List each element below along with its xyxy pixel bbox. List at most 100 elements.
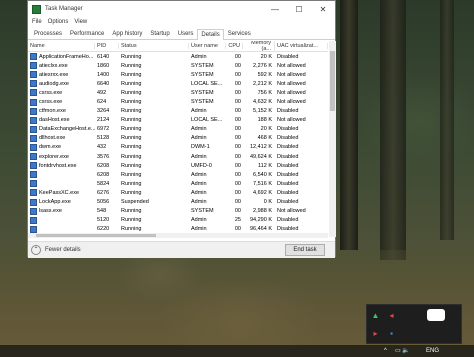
tab-details[interactable]: Details bbox=[197, 29, 224, 40]
horizontal-scrollbar[interactable] bbox=[28, 233, 328, 238]
table-row[interactable]: fontdrvhost.exe 6208 Running UMFD-0 00 112 K D… bbox=[28, 161, 328, 170]
process-status: Running bbox=[121, 144, 142, 151]
maximize-button[interactable]: ☐ bbox=[287, 1, 311, 17]
table-row[interactable]: atieclxx.exe 1860 Running SYSTEM 00 2,276 K No… bbox=[28, 61, 328, 70]
table-row[interactable]: 5824 Running Admin 00 7,516 K Disabled bbox=[28, 179, 328, 188]
process-memory: 94,290 K bbox=[249, 217, 272, 224]
process-user: LOCAL SE... bbox=[191, 117, 223, 124]
column-header-user-name[interactable]: User name bbox=[189, 43, 226, 49]
process-pid: 5120 bbox=[97, 217, 110, 224]
process-status: Running bbox=[121, 80, 142, 87]
process-icon bbox=[30, 98, 37, 106]
process-status: Running bbox=[121, 180, 142, 187]
tab-app-history[interactable]: App history bbox=[108, 28, 146, 39]
table-row[interactable]: KeePassXC.exe 6276 Running Admin 00 4,692 K Di… bbox=[28, 188, 328, 197]
table-row[interactable]: LockApp.exe 5056 Suspended Admin 00 0 K Disabl… bbox=[28, 198, 328, 207]
process-memory: 468 K bbox=[257, 135, 272, 142]
close-button[interactable]: ✕ bbox=[311, 1, 335, 17]
horizontal-scroll-thumb[interactable] bbox=[36, 234, 156, 237]
process-name-text: dllhost.exe bbox=[39, 135, 66, 142]
process-status: Running bbox=[121, 135, 142, 142]
table-row[interactable]: atiesrxx.exe 1400 Running SYSTEM 00 592 K Not … bbox=[28, 70, 328, 79]
column-header-cpu[interactable]: CPU bbox=[226, 43, 243, 49]
fewer-details-label: Fewer details bbox=[45, 247, 81, 253]
minimize-button[interactable]: — bbox=[263, 1, 287, 17]
process-pid: 5056 bbox=[97, 199, 110, 206]
menu-view[interactable]: View bbox=[74, 19, 87, 25]
process-status: Running bbox=[121, 162, 142, 169]
app-tray-icon[interactable]: ▪ bbox=[387, 329, 396, 338]
process-uac: Disabled bbox=[277, 189, 299, 196]
menu-options[interactable]: Options bbox=[48, 19, 69, 25]
cloud-icon[interactable] bbox=[427, 309, 445, 321]
fewer-details-button[interactable]: ⌃ Fewer details bbox=[31, 245, 81, 255]
tab-startup[interactable]: Startup bbox=[146, 28, 173, 39]
keepass-icon[interactable]: ▸ bbox=[371, 329, 380, 338]
process-name: KeePassXC.exe bbox=[28, 189, 95, 197]
process-pid: 492 bbox=[97, 89, 107, 96]
table-row[interactable]: dasHost.exe 2124 Running LOCAL SE... 00 188 K… bbox=[28, 116, 328, 125]
process-name: DataExchangeHost.e... bbox=[28, 125, 95, 133]
column-header-uac[interactable]: UAC virtualizat... bbox=[275, 43, 328, 49]
column-header-memory[interactable]: Memory (a... bbox=[243, 41, 275, 52]
thumbnail-icon[interactable] bbox=[445, 329, 459, 338]
process-status: Running bbox=[121, 226, 142, 233]
table-row[interactable]: lsass.exe 548 Running SYSTEM 00 2,988 K Not al… bbox=[28, 207, 328, 216]
process-uac: Disabled bbox=[277, 108, 299, 115]
language-indicator[interactable]: ENG bbox=[426, 346, 439, 356]
table-row[interactable]: explorer.exe 3576 Running Admin 00 49,624 K Di… bbox=[28, 152, 328, 161]
vertical-scroll-thumb[interactable] bbox=[330, 51, 335, 111]
process-cpu: 00 bbox=[234, 108, 241, 115]
tab-performance[interactable]: Performance bbox=[66, 28, 108, 39]
process-cpu: 00 bbox=[234, 180, 241, 187]
chevron-up-icon[interactable]: ^ bbox=[384, 346, 387, 356]
process-status: Running bbox=[121, 117, 142, 124]
process-name bbox=[28, 216, 95, 224]
table-row[interactable]: ctfmon.exe 3264 Running Admin 00 5,152 K Disab… bbox=[28, 107, 328, 116]
table-row[interactable]: dwm.exe 432 Running DWM-1 00 12,412 K Disabled bbox=[28, 143, 328, 152]
process-pid: 3264 bbox=[97, 108, 110, 115]
shield-icon[interactable]: ▲ bbox=[371, 311, 380, 320]
menu-file[interactable]: File bbox=[32, 19, 42, 25]
process-name-text: dasHost.exe bbox=[39, 117, 70, 124]
process-pid: 6276 bbox=[97, 189, 110, 196]
process-user: Admin bbox=[191, 199, 207, 206]
table-row[interactable]: csrss.exe 624 Running SYSTEM 00 4,632 K Not al… bbox=[28, 97, 328, 106]
process-memory: 2,212 K bbox=[253, 80, 272, 87]
table-row[interactable]: dllhost.exe 5128 Running Admin 00 468 K Disabl… bbox=[28, 134, 328, 143]
vertical-scrollbar[interactable] bbox=[329, 41, 336, 237]
process-name: explorer.exe bbox=[28, 153, 95, 161]
table-row[interactable]: 5120 Running Admin 25 94,290 K Disabled bbox=[28, 216, 328, 225]
process-name: ApplicationFrameHo... bbox=[28, 53, 95, 61]
process-cpu: 00 bbox=[234, 99, 241, 106]
process-name-text: dwm.exe bbox=[39, 144, 62, 151]
process-icon bbox=[30, 143, 37, 151]
column-header-pid[interactable]: PID bbox=[95, 43, 119, 49]
tab-services[interactable]: Services bbox=[224, 28, 255, 39]
end-task-button[interactable]: End task bbox=[285, 244, 325, 256]
title-bar[interactable]: Task Manager — ☐ ✕ bbox=[28, 1, 335, 17]
details-table: Name PID Status User name CPU Memory (a.… bbox=[28, 41, 328, 237]
table-body: ApplicationFrameHo... 6140 Running Admin 00 2… bbox=[28, 52, 328, 237]
column-header-status[interactable]: Status bbox=[119, 43, 189, 49]
column-header-name[interactable]: Name bbox=[28, 43, 95, 49]
table-row[interactable]: 6208 Running Admin 00 6,540 K Disabled bbox=[28, 170, 328, 179]
process-user: Admin bbox=[191, 108, 207, 115]
tab-users[interactable]: Users bbox=[174, 28, 198, 39]
tray-overflow-popup: ▲ ◂ ▸ ▪ bbox=[366, 304, 462, 344]
table-row[interactable]: ApplicationFrameHo... 6140 Running Admin 00 2… bbox=[28, 52, 328, 61]
tab-processes[interactable]: Processes bbox=[30, 28, 66, 39]
process-memory: 188 K bbox=[257, 117, 272, 124]
process-cpu: 00 bbox=[234, 80, 241, 87]
process-uac: Disabled bbox=[277, 171, 299, 178]
volume-icon[interactable]: ▭ 🔈 bbox=[395, 346, 410, 356]
arrow-icon[interactable]: ◂ bbox=[387, 311, 396, 320]
table-row[interactable]: DataExchangeHost.e... 6972 Running Admin 00 2… bbox=[28, 125, 328, 134]
process-name-text: atiesrxx.exe bbox=[39, 71, 69, 78]
wallpaper-tree bbox=[340, 0, 358, 250]
process-name bbox=[28, 180, 95, 188]
table-row[interactable]: csrss.exe 492 Running SYSTEM 00 756 K Not allo… bbox=[28, 88, 328, 97]
process-icon bbox=[30, 189, 37, 197]
table-row[interactable]: audiodg.exe 6640 Running LOCAL SE... 00 2,212… bbox=[28, 79, 328, 88]
process-name: atiesrxx.exe bbox=[28, 71, 95, 79]
